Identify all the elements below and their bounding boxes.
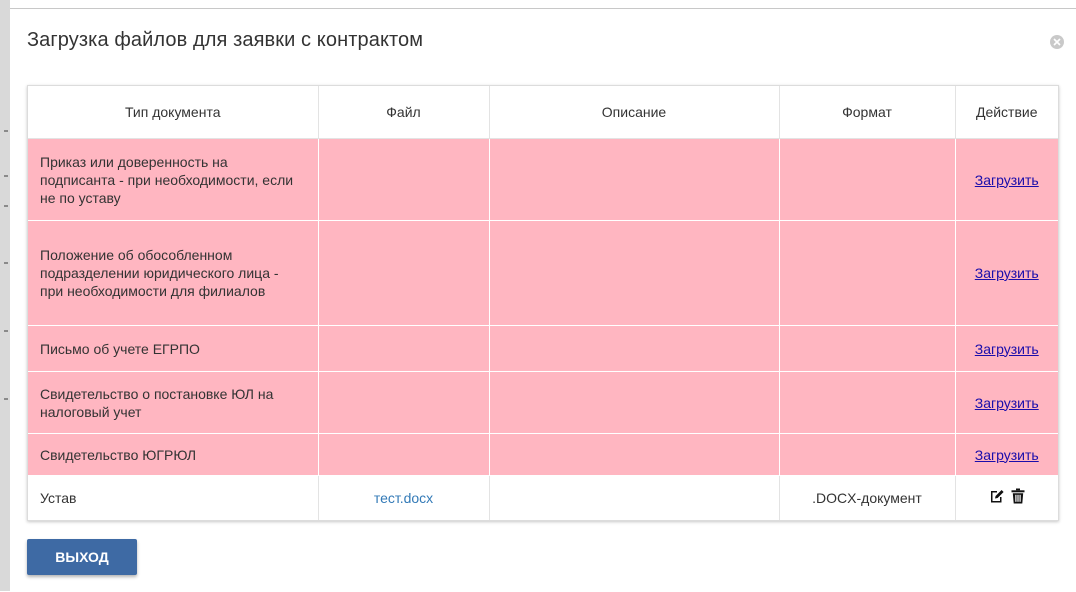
documents-table-container: Тип документа Файл Описание Формат Дейст… (27, 85, 1059, 521)
edit-icon[interactable] (989, 488, 1005, 508)
action-cell: Загрузить (954, 433, 1058, 476)
file-cell (317, 138, 489, 221)
doc-type-cell: Свидетельство о постановке ЮЛ на налогов… (28, 371, 318, 434)
format-cell (778, 138, 955, 221)
upload-link[interactable]: Загрузить (975, 395, 1039, 411)
documents-table: Тип документа Файл Описание Формат Дейст… (28, 86, 1058, 520)
table-row: Свидетельство ЮГРЮЛ Загрузить (28, 433, 1058, 476)
modal-title: Загрузка файлов для заявки с контрактом (27, 29, 424, 51)
action-cell: Загрузить (954, 138, 1058, 221)
description-cell (488, 138, 779, 221)
doc-type-cell: Приказ или доверенность на подписанта - … (28, 138, 318, 221)
trash-icon[interactable] (1011, 488, 1025, 508)
file-cell (317, 220, 489, 326)
table-row: Приказ или доверенность на подписанта - … (28, 138, 1058, 221)
format-cell (778, 371, 955, 434)
action-cell: Загрузить (954, 325, 1058, 372)
background-window-edge (0, 0, 10, 591)
column-header-action: Действие (954, 86, 1058, 139)
file-cell (317, 433, 489, 476)
file-cell (317, 371, 489, 434)
column-header-format: Формат (778, 86, 955, 139)
doc-type-cell: Письмо об учете ЕГРПО (28, 325, 318, 372)
table-row: Свидетельство о постановке ЮЛ на налогов… (28, 371, 1058, 434)
table-row: Положение об обособленном подразделении … (28, 220, 1058, 326)
column-header-doc-type: Тип документа (28, 86, 318, 139)
doc-type-cell: Положение об обособленном подразделении … (28, 220, 318, 326)
column-header-description: Описание (488, 86, 779, 139)
upload-link[interactable]: Загрузить (975, 265, 1039, 281)
exit-button[interactable]: ВЫХОД (27, 539, 137, 575)
description-cell (488, 325, 779, 372)
upload-files-modal: Загрузка файлов для заявки с контрактом … (10, 8, 1076, 592)
close-icon (1053, 38, 1061, 46)
action-cell: Загрузить (954, 220, 1058, 326)
file-cell (317, 325, 489, 372)
format-cell: .DOCX-документ (778, 475, 955, 520)
description-cell (488, 475, 779, 520)
doc-type-cell: Свидетельство ЮГРЮЛ (28, 433, 318, 476)
table-header-row: Тип документа Файл Описание Формат Дейст… (28, 86, 1058, 139)
file-link[interactable]: тест.docx (374, 490, 433, 506)
action-cell: Загрузить (954, 371, 1058, 434)
column-header-file: Файл (317, 86, 489, 139)
upload-link[interactable]: Загрузить (975, 341, 1039, 357)
file-cell: тест.docx (317, 475, 489, 520)
table-row: Устав тест.docx .DOCX-документ (28, 475, 1058, 520)
format-cell (778, 220, 955, 326)
format-cell (778, 433, 955, 476)
format-cell (778, 325, 955, 372)
upload-link[interactable]: Загрузить (975, 172, 1039, 188)
table-row: Письмо об учете ЕГРПО Загрузить (28, 325, 1058, 372)
upload-link[interactable]: Загрузить (975, 447, 1039, 463)
description-cell (488, 220, 779, 326)
close-button[interactable] (1050, 35, 1064, 49)
doc-type-cell: Устав (28, 475, 318, 520)
action-icons (989, 488, 1025, 508)
description-cell (488, 433, 779, 476)
action-cell (954, 475, 1058, 520)
description-cell (488, 371, 779, 434)
